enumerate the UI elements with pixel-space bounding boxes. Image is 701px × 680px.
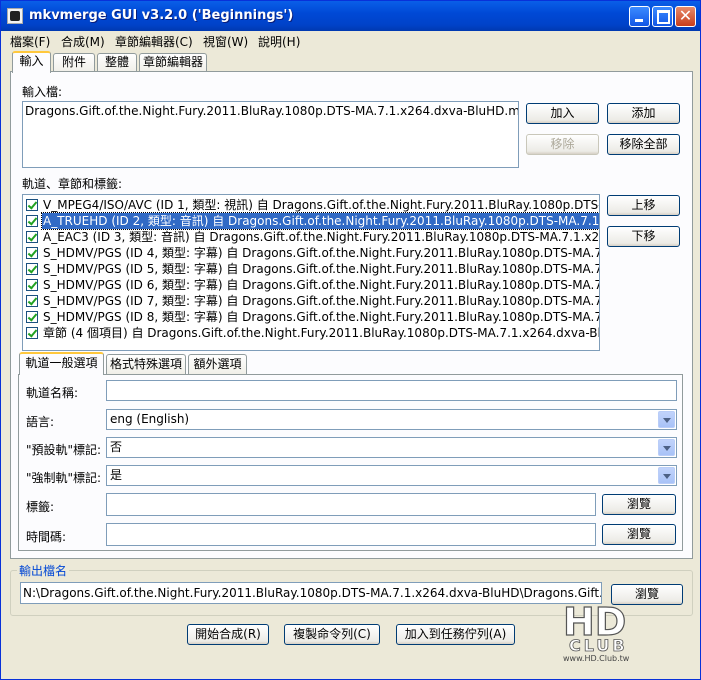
append-file-button[interactable]: 添加 — [607, 103, 680, 124]
forced-flag-value: 是 — [110, 468, 123, 482]
track-checkbox[interactable] — [26, 279, 38, 291]
svg-text:www.HD.Club.tw: www.HD.Club.tw — [563, 654, 630, 663]
track-label: 章節 (4 個項目) 自 Dragons.Gift.of.the.Night.F… — [43, 326, 600, 340]
forced-flag-label: "強制軌"標記: — [26, 471, 102, 485]
output-label: 輸出檔名 — [17, 562, 70, 579]
app-icon — [7, 8, 23, 24]
main-window: mkvmerge GUI v3.2.0 ('Beginnings') ✕ 檔案(… — [0, 0, 701, 680]
menu-help[interactable]: 說明(H) — [258, 33, 300, 50]
language-value: eng (English) — [110, 412, 190, 426]
tags-browse-button[interactable]: 瀏覽 — [602, 494, 676, 515]
track-label: S_HDMV/PGS (ID 8, 類型: 字幕) 自 Dragons.Gift… — [43, 310, 600, 324]
track-label: S_HDMV/PGS (ID 6, 類型: 字幕) 自 Dragons.Gift… — [43, 278, 600, 292]
track-checkbox[interactable] — [26, 327, 38, 339]
default-flag-select[interactable]: 否 — [106, 437, 677, 458]
window-title: mkvmerge GUI v3.2.0 ('Beginnings') — [29, 8, 294, 23]
tags-label: 標籤: — [26, 500, 55, 514]
chevron-down-icon[interactable] — [658, 411, 675, 428]
menu-bar: 檔案(F) 合成(M) 章節編輯器(C) 視窗(W) 說明(H) — [1, 31, 700, 50]
chevron-down-icon[interactable] — [658, 439, 675, 456]
menu-file[interactable]: 檔案(F) — [10, 33, 50, 50]
input-file-item[interactable]: Dragons.Gift.of.the.Night.Fury.2011.BluR… — [25, 104, 518, 118]
track-label: S_HDMV/PGS (ID 4, 類型: 字幕) 自 Dragons.Gift… — [43, 246, 600, 260]
language-label: 語言: — [26, 415, 55, 429]
hdclub-watermark: HD CLUB www.HD.Club.tw — [561, 599, 671, 664]
tab-chapter-editor[interactable]: 章節編輯器 — [139, 53, 207, 72]
default-flag-label: "預設軌"標記: — [26, 443, 102, 457]
tab-format-specific[interactable]: 格式特殊選項 — [106, 354, 186, 374]
track-label: S_HDMV/PGS (ID 5, 類型: 字幕) 自 Dragons.Gift… — [43, 262, 600, 276]
remove-all-button[interactable]: 移除全部 — [607, 134, 680, 155]
track-row[interactable]: A_TRUEHD (ID 2, 類型: 音訊) 自 Dragons.Gift.o… — [25, 212, 599, 230]
timecodes-input[interactable] — [106, 523, 596, 546]
maximize-button[interactable] — [652, 6, 673, 27]
track-row[interactable]: 章節 (4 個項目) 自 Dragons.Gift.of.the.Night.F… — [25, 325, 600, 341]
tracks-list[interactable]: V_MPEG4/ISO/AVC (ID 1, 類型: 視訊) 自 Dragons… — [22, 194, 600, 351]
tab-track-general[interactable]: 軌道一般選項 — [19, 352, 104, 375]
title-bar[interactable]: mkvmerge GUI v3.2.0 ('Beginnings') ✕ — [1, 1, 700, 31]
tab-attachments[interactable]: 附件 — [53, 53, 95, 72]
track-row[interactable]: S_HDMV/PGS (ID 4, 類型: 字幕) 自 Dragons.Gift… — [25, 245, 600, 261]
output-filename-input[interactable]: N:\Dragons.Gift.of.the.Night.Fury.2011.B… — [20, 582, 602, 604]
timecodes-browse-button[interactable]: 瀏覽 — [602, 524, 676, 545]
tab-global[interactable]: 整體 — [97, 53, 137, 72]
chevron-down-icon[interactable] — [658, 467, 675, 484]
track-label: A_EAC3 (ID 3, 類型: 音訊) 自 Dragons.Gift.of.… — [43, 230, 600, 244]
menu-chapter-editor[interactable]: 章節編輯器(C) — [115, 33, 193, 50]
track-checkbox[interactable] — [26, 311, 38, 323]
start-mux-button[interactable]: 開始合成(R) — [187, 624, 269, 645]
track-label: V_MPEG4/ISO/AVC (ID 1, 類型: 視訊) 自 Dragons… — [43, 198, 599, 212]
track-name-label: 軌道名稱: — [26, 386, 79, 400]
language-select[interactable]: eng (English) — [106, 409, 677, 430]
track-row[interactable]: S_HDMV/PGS (ID 5, 類型: 字幕) 自 Dragons.Gift… — [25, 261, 600, 277]
track-checkbox[interactable] — [26, 231, 38, 243]
timecodes-label: 時間碼: — [26, 530, 67, 544]
menu-window[interactable]: 視窗(W) — [203, 33, 248, 50]
forced-flag-select[interactable]: 是 — [106, 465, 677, 486]
default-flag-value: 否 — [110, 440, 123, 454]
add-to-queue-button[interactable]: 加入到任務佇列(A) — [396, 624, 515, 645]
track-row[interactable]: S_HDMV/PGS (ID 6, 類型: 字幕) 自 Dragons.Gift… — [25, 277, 600, 293]
minimize-button[interactable] — [629, 6, 650, 27]
track-checkbox[interactable] — [26, 263, 38, 275]
input-files-list[interactable]: Dragons.Gift.of.the.Night.Fury.2011.BluR… — [22, 101, 519, 168]
copy-command-button[interactable]: 複製命令列(C) — [284, 624, 380, 645]
menu-mux[interactable]: 合成(M) — [61, 33, 105, 50]
input-files-label: 輸入檔: — [22, 85, 63, 99]
move-up-button[interactable]: 上移 — [607, 195, 680, 216]
close-button[interactable]: ✕ — [675, 6, 696, 27]
tab-input[interactable]: 輸入 — [12, 51, 51, 73]
track-row[interactable]: S_HDMV/PGS (ID 7, 類型: 字幕) 自 Dragons.Gift… — [25, 293, 600, 309]
track-checkbox[interactable] — [26, 215, 38, 227]
track-row[interactable]: A_EAC3 (ID 3, 類型: 音訊) 自 Dragons.Gift.of.… — [25, 229, 600, 245]
track-checkbox[interactable] — [26, 199, 38, 211]
tab-extra-options[interactable]: 額外選項 — [188, 354, 247, 374]
track-row[interactable]: V_MPEG4/ISO/AVC (ID 1, 類型: 視訊) 自 Dragons… — [25, 197, 599, 213]
track-checkbox[interactable] — [26, 247, 38, 259]
move-down-button[interactable]: 下移 — [607, 226, 680, 247]
add-file-button[interactable]: 加入 — [526, 103, 599, 124]
hdclub-logo-icon: HD CLUB www.HD.Club.tw — [562, 599, 630, 663]
track-name-input[interactable] — [106, 380, 677, 401]
tags-input[interactable] — [106, 493, 596, 516]
track-label: A_TRUEHD (ID 2, 類型: 音訊) 自 Dragons.Gift.o… — [40, 212, 599, 230]
tracks-label: 軌道、章節和標籤: — [22, 177, 123, 191]
track-row[interactable]: S_HDMV/PGS (ID 8, 類型: 字幕) 自 Dragons.Gift… — [25, 309, 600, 325]
svg-text:CLUB: CLUB — [569, 636, 628, 655]
remove-file-button[interactable]: 移除 — [526, 134, 599, 155]
track-label: S_HDMV/PGS (ID 7, 類型: 字幕) 自 Dragons.Gift… — [43, 294, 600, 308]
track-checkbox[interactable] — [26, 295, 38, 307]
